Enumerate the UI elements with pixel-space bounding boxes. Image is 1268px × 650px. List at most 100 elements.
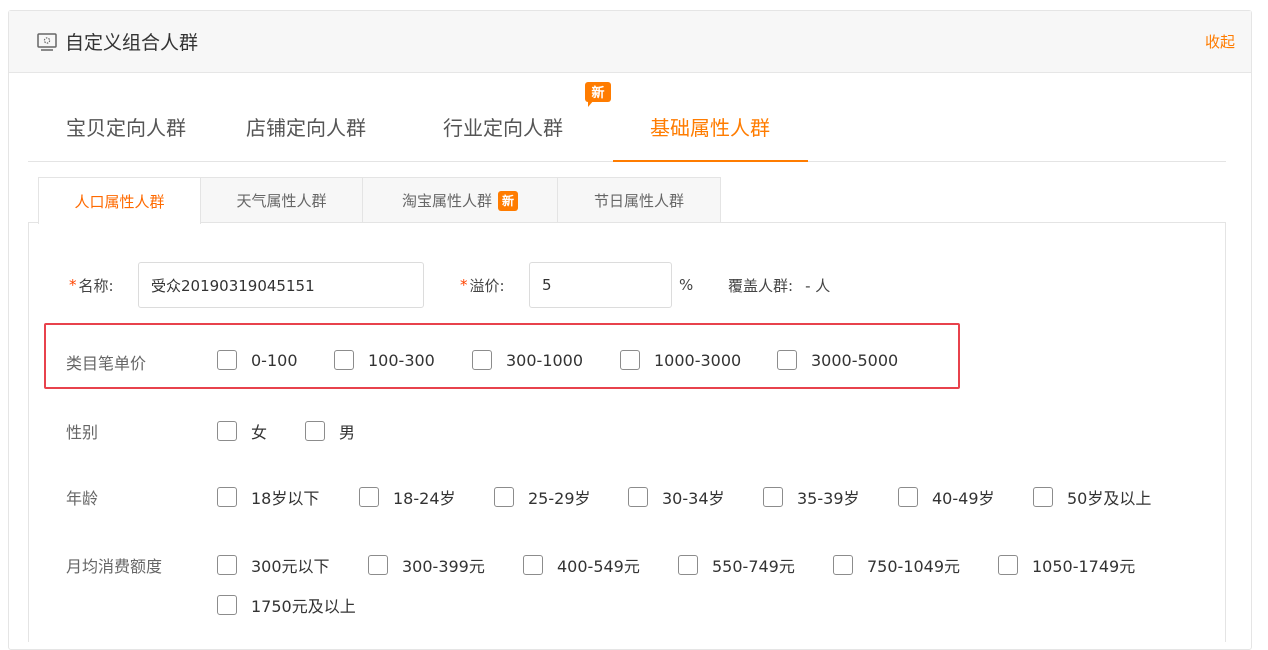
checkbox-option[interactable]: 18岁以下 [217, 485, 319, 509]
subtab-weather[interactable]: 天气属性人群 [200, 177, 363, 223]
new-badge-text: 新 [591, 85, 604, 101]
coverage-label: 覆盖人群: [728, 275, 793, 296]
active-tab-underline [613, 160, 808, 162]
checkbox[interactable] [998, 555, 1018, 575]
option-label: 1000-3000 [654, 351, 741, 370]
coverage-value: - 人 [805, 275, 830, 296]
checkbox-option[interactable]: 300-399元 [368, 553, 485, 577]
checkbox-option[interactable]: 1000-3000 [620, 350, 741, 370]
required-mark: * [460, 276, 468, 294]
required-mark: * [69, 276, 77, 294]
checkbox[interactable] [217, 595, 237, 615]
panel-title: 自定义组合人群 [37, 28, 198, 55]
checkbox[interactable] [217, 555, 237, 575]
option-label: 0-100 [251, 351, 298, 370]
premium-label: 溢价: [470, 275, 505, 296]
checkbox-option[interactable]: 35-39岁 [763, 485, 860, 509]
checkbox-option[interactable]: 女 [217, 419, 267, 443]
option-label: 50岁及以上 [1067, 485, 1151, 509]
premium-field-row: * 溢价: [460, 262, 505, 308]
checkbox-option[interactable]: 男 [305, 419, 355, 443]
checkbox[interactable] [472, 350, 492, 370]
option-label: 1750元及以上 [251, 593, 356, 617]
subtab-label: 人口属性人群 [74, 191, 164, 212]
checkbox[interactable] [763, 487, 783, 507]
option-label: 400-549元 [557, 553, 640, 577]
checkbox[interactable] [777, 350, 797, 370]
option-label: 550-749元 [712, 553, 795, 577]
checkbox[interactable] [898, 487, 918, 507]
subtab-label: 淘宝属性人群 [402, 190, 492, 211]
new-badge: 新 [585, 82, 611, 104]
checkbox[interactable] [628, 487, 648, 507]
category-price-label: 类目笔单价 [66, 350, 146, 374]
tab-shop-targeting[interactable]: 店铺定向人群 [246, 112, 366, 141]
checkbox[interactable] [217, 487, 237, 507]
option-label: 100-300 [368, 351, 435, 370]
subtab-label: 天气属性人群 [236, 190, 326, 211]
option-label: 1050-1749元 [1032, 553, 1135, 577]
age-label: 年龄 [66, 485, 98, 509]
checkbox-option[interactable]: 400-549元 [523, 553, 640, 577]
subtab-holiday[interactable]: 节日属性人群 [557, 177, 721, 223]
panel-header: 自定义组合人群 收起 [9, 11, 1251, 73]
subtab-label: 节日属性人群 [594, 190, 684, 211]
checkbox[interactable] [620, 350, 640, 370]
premium-unit: % [679, 276, 693, 294]
tab-item-targeting[interactable]: 宝贝定向人群 [66, 112, 186, 141]
new-badge: 新 [498, 191, 518, 211]
checkbox[interactable] [833, 555, 853, 575]
option-label: 18-24岁 [393, 485, 456, 509]
coverage-row: 覆盖人群: - 人 [728, 262, 830, 308]
checkbox[interactable] [523, 555, 543, 575]
option-label: 30-34岁 [662, 485, 725, 509]
checkbox[interactable] [217, 350, 237, 370]
premium-input-value: 5 [542, 276, 552, 294]
checkbox[interactable] [494, 487, 514, 507]
panel-title-text: 自定义组合人群 [65, 28, 198, 55]
subtab-taobao[interactable]: 淘宝属性人群 新 [362, 177, 558, 223]
premium-input[interactable]: 5 [529, 262, 672, 308]
checkbox-option[interactable]: 40-49岁 [898, 485, 995, 509]
checkbox-option[interactable]: 1050-1749元 [998, 553, 1135, 577]
premium-unit-row: % [679, 262, 693, 308]
option-label: 40-49岁 [932, 485, 995, 509]
checkbox-option[interactable]: 750-1049元 [833, 553, 960, 577]
gender-label: 性别 [66, 419, 98, 443]
option-label: 300元以下 [251, 553, 330, 577]
checkbox-option[interactable]: 300-1000 [472, 350, 583, 370]
name-field-row: * 名称: [69, 262, 114, 308]
checkbox-option[interactable]: 50岁及以上 [1033, 485, 1151, 509]
checkbox[interactable] [1033, 487, 1053, 507]
collapse-link[interactable]: 收起 [1205, 31, 1235, 52]
checkbox-option[interactable]: 18-24岁 [359, 485, 456, 509]
checkbox-option[interactable]: 30-34岁 [628, 485, 725, 509]
option-label: 3000-5000 [811, 351, 898, 370]
checkbox-option[interactable]: 550-749元 [678, 553, 795, 577]
checkbox-option[interactable]: 100-300 [334, 350, 435, 370]
option-label: 35-39岁 [797, 485, 860, 509]
main-tabs: 宝贝定向人群 店铺定向人群 行业定向人群 新 基础属性人群 [28, 80, 1226, 162]
option-label: 男 [339, 419, 355, 443]
checkbox-option[interactable]: 25-29岁 [494, 485, 591, 509]
option-label: 300-1000 [506, 351, 583, 370]
checkbox[interactable] [359, 487, 379, 507]
name-input[interactable]: 受众20190319045151 [138, 262, 424, 308]
checkbox-option[interactable]: 3000-5000 [777, 350, 898, 370]
option-label: 女 [251, 419, 267, 443]
checkbox[interactable] [368, 555, 388, 575]
checkbox-option[interactable]: 300元以下 [217, 553, 330, 577]
audience-icon [37, 33, 57, 51]
monthly-spend-label: 月均消费额度 [66, 553, 162, 577]
subtab-demographics[interactable]: 人口属性人群 [38, 177, 201, 224]
checkbox-option[interactable]: 0-100 [217, 350, 298, 370]
checkbox[interactable] [305, 421, 325, 441]
tab-basic-attributes[interactable]: 基础属性人群 [650, 112, 770, 141]
tab-industry-targeting[interactable]: 行业定向人群 [443, 112, 563, 141]
checkbox[interactable] [217, 421, 237, 441]
option-label: 18岁以下 [251, 485, 319, 509]
name-input-value: 受众20190319045151 [151, 275, 315, 296]
checkbox[interactable] [678, 555, 698, 575]
checkbox[interactable] [334, 350, 354, 370]
checkbox-option[interactable]: 1750元及以上 [217, 593, 356, 617]
